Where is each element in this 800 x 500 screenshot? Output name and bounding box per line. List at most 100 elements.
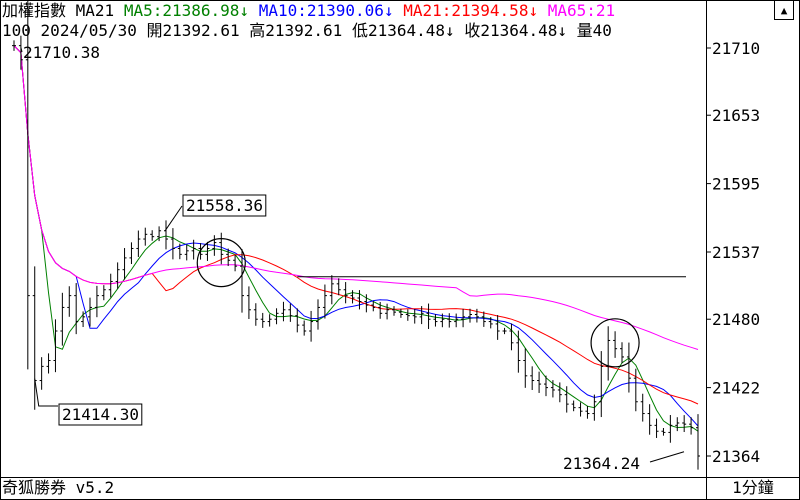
price-chart[interactable]: 21710 21653 21595 21537 21480 21422 21364 2171… — [0, 0, 800, 500]
bar-count: 100 — [2, 21, 31, 40]
price-bar — [39, 357, 44, 390]
leader-line — [34, 378, 58, 407]
price-bar — [412, 308, 417, 324]
price-bar — [640, 393, 645, 422]
price-bar — [260, 312, 265, 328]
price-bar — [633, 368, 638, 412]
price-bars — [12, 0, 700, 470]
price-bar — [433, 314, 438, 327]
price-bar — [405, 309, 410, 321]
price-bar — [620, 342, 624, 364]
y-tick-label: 21422 — [712, 379, 760, 398]
price-bar — [530, 366, 535, 391]
y-tick-label: 21653 — [712, 106, 760, 125]
y-tick-label: 21537 — [712, 243, 760, 262]
period-selector[interactable]: 1分鐘 — [708, 478, 798, 498]
annotation-last-low-text: 21364.24 — [563, 454, 640, 473]
y-tick-label: 21364 — [712, 447, 760, 466]
price-bar — [170, 228, 175, 260]
price-bar — [316, 299, 320, 330]
ma5-arrow-icon: ↓ — [239, 1, 250, 20]
low-price: 低21364.48↓ — [351, 21, 455, 40]
price-bar — [696, 414, 700, 470]
ma5-value: MA5:21386.98↓ — [123, 1, 250, 20]
moving-average-lines — [13, 45, 699, 432]
low-arrow-icon: ↓ — [445, 21, 455, 40]
price-bar — [302, 320, 307, 336]
price-bar — [564, 386, 569, 413]
price-bar — [675, 417, 680, 432]
price-bar — [164, 220, 168, 250]
price-bar — [537, 371, 542, 393]
price-bar — [281, 301, 286, 322]
annotation-last-low: 21364.24 — [563, 454, 640, 473]
price-bar — [343, 282, 348, 304]
price-bar — [74, 283, 79, 335]
annotation-peak: 21558.36 — [182, 194, 267, 217]
price-bar — [108, 273, 113, 298]
price-bar — [398, 308, 403, 318]
leader-line — [649, 451, 685, 463]
price-bar — [46, 353, 51, 374]
price-bar — [101, 285, 106, 301]
price-bar — [350, 290, 355, 304]
price-bar — [67, 286, 72, 317]
price-bar — [661, 427, 666, 436]
annotation-low-text: 21414.30 — [62, 405, 139, 424]
price-bar — [385, 303, 390, 320]
price-bar — [267, 314, 272, 327]
price-bar — [322, 284, 327, 319]
annotation-peak-text: 21558.36 — [186, 196, 263, 215]
price-bar — [606, 326, 611, 381]
y-tick-label: 21595 — [712, 175, 760, 194]
price-bar — [682, 415, 687, 433]
price-bar — [509, 323, 514, 351]
price-bar — [481, 311, 486, 327]
ma-line-ma5 — [13, 45, 699, 432]
price-bar — [329, 275, 334, 305]
ma21-arrow-icon: ↓ — [528, 1, 539, 20]
price-bar — [253, 303, 258, 326]
annotation-start-high-text: 21710.38 — [23, 43, 100, 62]
indicator-name: MA21 — [75, 1, 115, 20]
chart-annotations: 21710.38 21558.36 21414.30 21364.24 — [20, 43, 686, 473]
price-bar — [143, 227, 148, 246]
y-tick-label: 21710 — [712, 39, 760, 58]
price-bar — [115, 262, 120, 289]
price-bar — [94, 285, 99, 318]
ma21-value: MA21:21394.58↓ — [403, 1, 539, 20]
header-line-1: 加權指數 MA21 MA5:21386.98↓ MA10:21390.06↓ M… — [2, 1, 708, 21]
price-bar — [647, 404, 652, 435]
price-bar — [12, 40, 16, 51]
ma10-arrow-icon: ↓ — [383, 1, 394, 20]
price-bar — [668, 415, 673, 443]
price-bar — [336, 278, 341, 296]
price-bar — [184, 244, 189, 261]
ma-line-ma10 — [13, 45, 699, 427]
bar-date: 2024/05/30 — [40, 21, 137, 40]
price-bar — [613, 331, 618, 358]
price-bar — [447, 313, 452, 328]
leader-line — [164, 205, 183, 232]
close-price: 收21364.48↓ — [464, 21, 568, 40]
price-bar — [557, 382, 562, 403]
price-bar — [626, 342, 631, 393]
price-bar — [288, 303, 293, 322]
price-bar — [571, 400, 576, 412]
close-arrow-icon: ↓ — [557, 21, 568, 40]
y-tick-label: 21480 — [712, 310, 760, 329]
price-bar — [233, 255, 238, 272]
volume: 量40 — [576, 21, 612, 40]
price-bar — [136, 230, 141, 257]
open-price: 開21392.61 — [146, 21, 240, 40]
price-bar — [578, 402, 583, 417]
ma-line-ma65 — [13, 45, 699, 350]
price-bar — [129, 242, 134, 265]
price-bar — [246, 286, 251, 320]
triangle-up-icon[interactable]: ▲ — [774, 0, 794, 20]
price-bar — [502, 327, 507, 335]
annotation-start-high: 21710.38 — [23, 43, 100, 62]
ma65-value: MA65:21 — [547, 1, 616, 20]
price-bar — [585, 406, 590, 419]
price-bar — [295, 308, 300, 333]
